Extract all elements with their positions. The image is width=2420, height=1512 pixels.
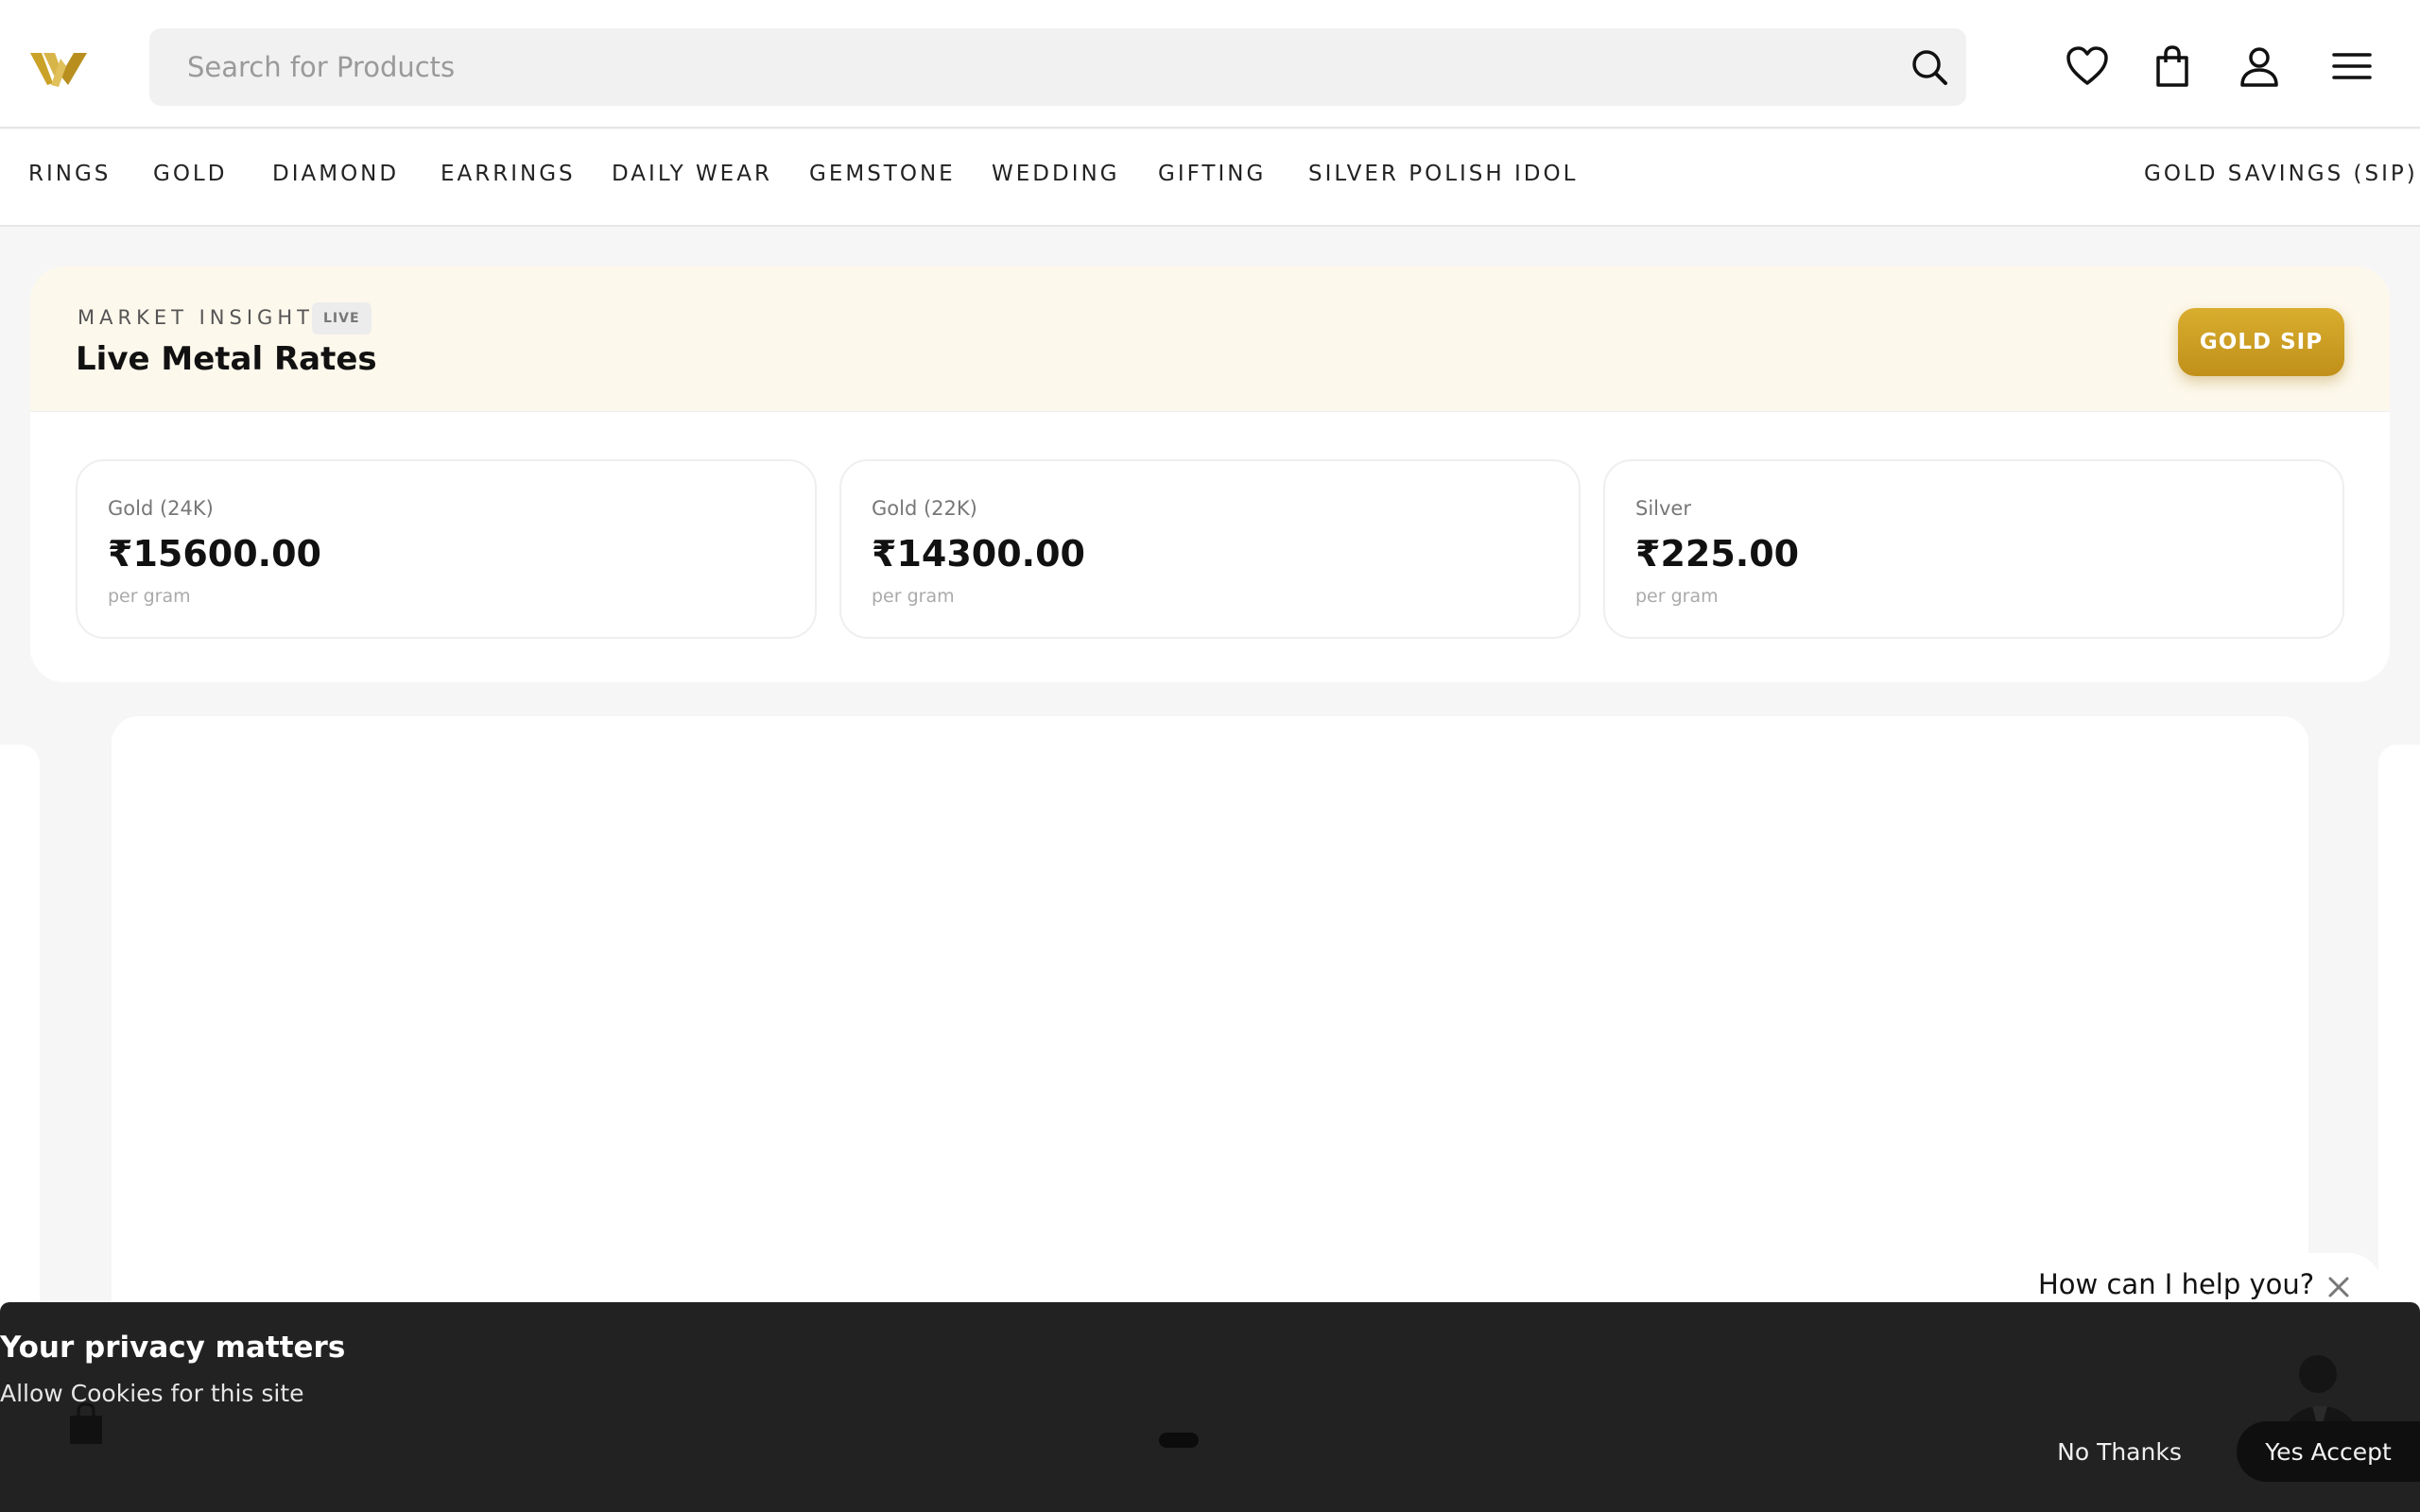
site-header <box>0 0 2420 129</box>
rate-value: ₹14300.00 <box>872 533 1085 575</box>
close-icon[interactable] <box>2322 1270 2356 1304</box>
nav-item-gold[interactable]: GOLD <box>153 162 227 186</box>
rate-name: Gold (24K) <box>108 497 214 520</box>
bag-icon[interactable] <box>2150 43 2195 89</box>
rate-value: ₹225.00 <box>1635 533 1800 575</box>
heart-icon[interactable] <box>2065 43 2110 89</box>
yes-accept-button[interactable]: Yes Accept <box>2237 1421 2420 1482</box>
rate-value: ₹15600.00 <box>108 533 321 575</box>
nav-item-rings[interactable]: RINGS <box>28 162 111 186</box>
nav-item-gifting[interactable]: GIFTING <box>1158 162 1266 186</box>
nav-item-silver-polish-idol[interactable]: SILVER POLISH IDOL <box>1308 162 1578 186</box>
rate-unit: per gram <box>108 586 191 607</box>
help-text: How can I help you? <box>2038 1268 2315 1300</box>
nav-item-gold-savings[interactable]: GOLD SAVINGS (SIP) <box>2144 162 2418 186</box>
rate-unit: per gram <box>872 586 955 607</box>
brand-logo[interactable] <box>28 47 91 89</box>
search-icon[interactable] <box>1910 47 1949 87</box>
gold-sip-button[interactable]: GOLD SIP <box>2178 308 2344 376</box>
nav-item-daily-wear[interactable]: DAILY WEAR <box>612 162 772 186</box>
user-icon[interactable] <box>2237 43 2282 89</box>
nav-item-gemstone[interactable]: GEMSTONE <box>809 162 956 186</box>
rates-title: Live Metal Rates <box>76 340 377 378</box>
rate-card-silver: Silver ₹225.00 per gram <box>1603 459 2344 639</box>
hero-banner-slide[interactable] <box>112 716 2308 1378</box>
market-insights-label: MARKET INSIGHTS <box>78 306 332 329</box>
rate-name: Gold (22K) <box>872 497 977 520</box>
search-bar <box>149 28 1966 106</box>
rate-unit: per gram <box>1635 586 1719 607</box>
cookie-consent-bar: Your privacy matters Allow Cookies for t… <box>0 1302 2420 1512</box>
rate-name: Silver <box>1635 497 1691 520</box>
cookie-title: Your privacy matters <box>0 1331 346 1365</box>
nav-item-earrings[interactable]: EARRINGS <box>441 162 576 186</box>
nav-item-wedding[interactable]: WEDDING <box>992 162 1120 186</box>
live-badge: LIVE <box>312 302 372 335</box>
drag-handle[interactable] <box>1159 1433 1199 1448</box>
category-nav: RINGS GOLD DIAMOND EARRINGS DAILY WEAR G… <box>0 129 2420 227</box>
live-metal-rates-panel: MARKET INSIGHTS LIVE Live Metal Rates GO… <box>30 266 2390 682</box>
rate-card-gold-24k: Gold (24K) ₹15600.00 per gram <box>76 459 817 639</box>
nav-item-diamond[interactable]: DIAMOND <box>272 162 399 186</box>
rates-header: MARKET INSIGHTS LIVE Live Metal Rates GO… <box>30 266 2390 412</box>
no-thanks-button[interactable]: No Thanks <box>2036 1421 2203 1482</box>
search-input[interactable] <box>187 28 1870 106</box>
shopping-bag-icon[interactable] <box>66 1402 106 1446</box>
rate-card-gold-22k: Gold (22K) ₹14300.00 per gram <box>839 459 1581 639</box>
cookie-subtitle: Allow Cookies for this site <box>0 1380 304 1407</box>
menu-icon[interactable] <box>2329 43 2375 89</box>
